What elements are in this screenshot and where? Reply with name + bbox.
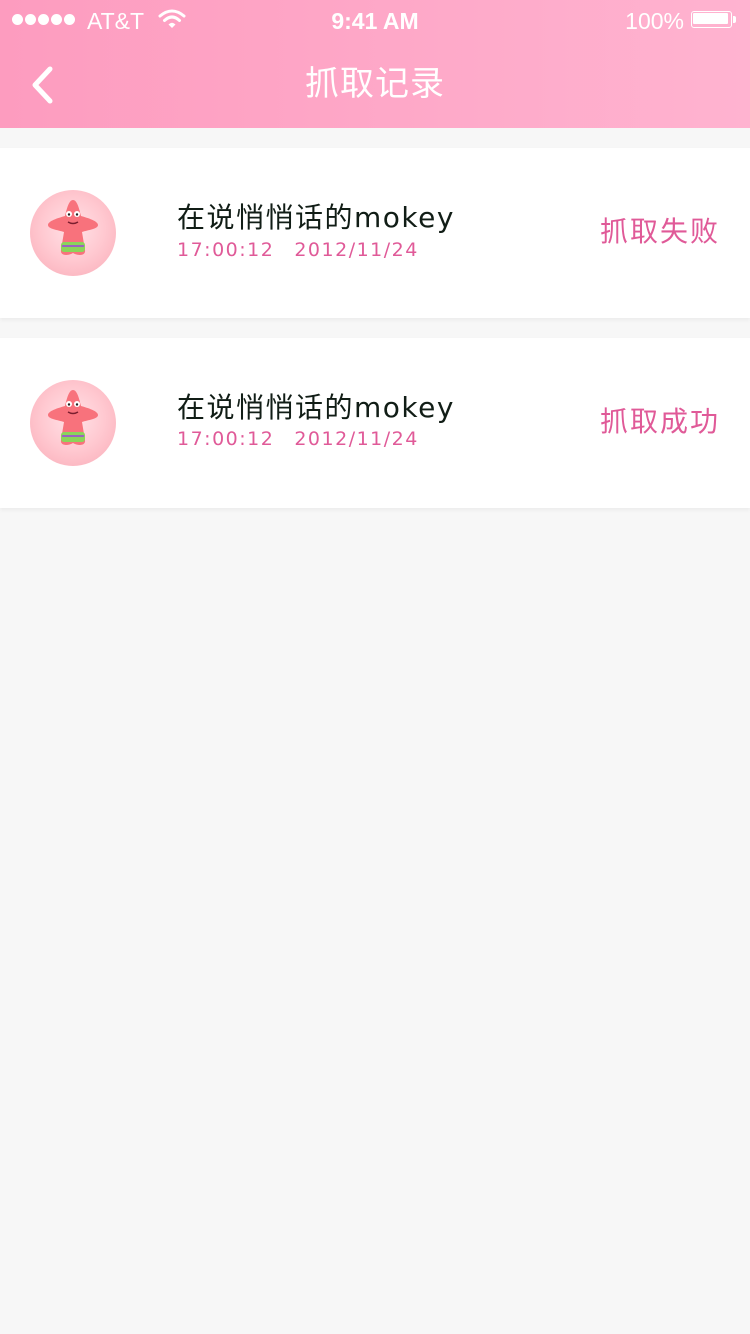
battery-icon [691, 11, 737, 30]
record-time: 17:00:12 [177, 428, 275, 450]
record-time: 17:00:12 [177, 239, 275, 261]
navigation-bar: 抓取记录 [0, 40, 750, 128]
page-title: 抓取记录 [305, 64, 445, 104]
record-status: 抓取成功 [599, 405, 720, 438]
patrick-star-avatar-icon [48, 390, 98, 445]
avatar [30, 380, 116, 466]
record-name: 在说悄悄话的mokey [177, 201, 455, 234]
record-timestamp: 17:00:12 2012/11/24 [177, 426, 419, 452]
header: AT&T 9:41 AM 100% 抓取记录 [0, 0, 750, 128]
record-status: 抓取失败 [599, 215, 720, 248]
record-item[interactable]: 在说悄悄话的mokey 17:00:12 2012/11/24 抓取失败 [0, 148, 750, 318]
avatar [30, 190, 116, 276]
record-date: 2012/11/24 [294, 239, 419, 261]
record-timestamp: 17:00:12 2012/11/24 [177, 236, 419, 264]
status-bar: AT&T 9:41 AM 100% [0, 0, 750, 40]
record-date: 2012/11/24 [294, 428, 419, 450]
patrick-star-avatar-icon [48, 200, 98, 255]
battery-percentage: 100% [625, 8, 684, 34]
record-item[interactable]: 在说悄悄话的mokey 17:00:12 2012/11/24 抓取成功 [0, 338, 750, 508]
record-name: 在说悄悄话的mokey [177, 391, 455, 424]
